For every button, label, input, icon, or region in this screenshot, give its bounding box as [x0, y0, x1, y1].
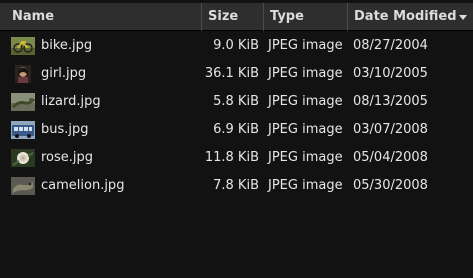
file-row-bus[interactable]: bus.jpg 6.9 KiB JPEG image 03/07/2008	[0, 116, 473, 144]
file-name-cell: lizard.jpg	[0, 88, 202, 116]
file-size: 9.0 KiB	[213, 38, 259, 53]
bus-thumbnail-icon	[11, 121, 35, 139]
rose-thumbnail-icon	[11, 149, 35, 167]
file-date-modified: 08/27/2004	[353, 38, 428, 53]
file-name: camelion.jpg	[41, 178, 125, 193]
girl-thumbnail-icon	[11, 65, 35, 83]
file-type: JPEG image	[268, 66, 343, 81]
column-header-date-modified-label: Date Modified	[354, 9, 457, 24]
column-header-date-modified[interactable]: Date Modified	[348, 3, 473, 31]
camelion-thumbnail-icon	[11, 177, 35, 195]
file-date-modified: 03/07/2008	[353, 122, 428, 137]
file-name: bus.jpg	[41, 122, 89, 137]
file-row-bike[interactable]: bike.jpg 9.0 KiB JPEG image 08/27/2004	[0, 32, 473, 60]
file-type: JPEG image	[268, 178, 343, 193]
file-size: 36.1 KiB	[204, 66, 259, 81]
column-header-size[interactable]: Size	[202, 3, 264, 31]
file-date-modified: 03/10/2005	[353, 66, 428, 81]
file-size: 7.8 KiB	[213, 178, 259, 193]
file-row-camelion[interactable]: camelion.jpg 7.8 KiB JPEG image 05/30/20…	[0, 172, 473, 200]
lizard-thumbnail-icon	[11, 93, 35, 111]
file-size: 11.8 KiB	[204, 150, 259, 165]
file-type: JPEG image	[268, 94, 343, 109]
file-name: girl.jpg	[41, 66, 87, 81]
file-name-cell: bike.jpg	[0, 32, 202, 60]
sort-descending-icon[interactable]	[459, 15, 467, 20]
column-header-name[interactable]: Name	[0, 3, 202, 31]
file-type: JPEG image	[268, 122, 343, 137]
file-size: 5.8 KiB	[213, 94, 259, 109]
file-type: JPEG image	[268, 38, 343, 53]
file-date-modified: 05/30/2008	[353, 178, 428, 193]
file-name: bike.jpg	[41, 38, 93, 53]
column-header-bar: Name Size Type Date Modified	[0, 3, 473, 31]
file-row-lizard[interactable]: lizard.jpg 5.8 KiB JPEG image 08/13/2005	[0, 88, 473, 116]
file-row-rose[interactable]: rose.jpg 11.8 KiB JPEG image 05/04/2008	[0, 144, 473, 172]
file-name: rose.jpg	[41, 150, 94, 165]
file-name-cell: rose.jpg	[0, 144, 202, 172]
file-size: 6.9 KiB	[213, 122, 259, 137]
file-date-modified: 08/13/2005	[353, 94, 428, 109]
file-name-cell: camelion.jpg	[0, 172, 202, 200]
file-list-view: Name Size Type Date Modified bike.jpg 9.…	[0, 0, 473, 278]
file-name: lizard.jpg	[41, 94, 101, 109]
file-rows: bike.jpg 9.0 KiB JPEG image 08/27/2004 g…	[0, 32, 473, 200]
bike-thumbnail-icon	[11, 37, 35, 55]
file-date-modified: 05/04/2008	[353, 150, 428, 165]
file-row-girl[interactable]: girl.jpg 36.1 KiB JPEG image 03/10/2005	[0, 60, 473, 88]
file-name-cell: girl.jpg	[0, 60, 202, 88]
file-type: JPEG image	[268, 150, 343, 165]
column-header-type[interactable]: Type	[264, 3, 348, 31]
file-name-cell: bus.jpg	[0, 116, 202, 144]
